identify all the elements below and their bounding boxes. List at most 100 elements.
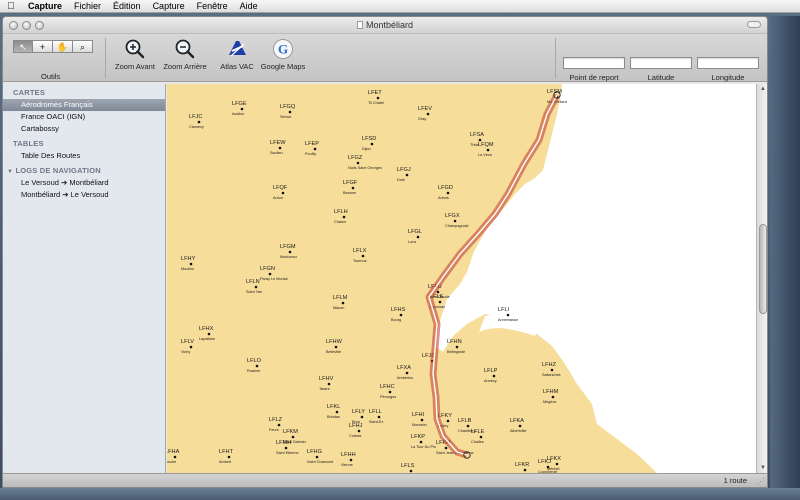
airport-dot: [466, 424, 470, 428]
airport-name: Sallanches: [542, 373, 561, 377]
airport-code: LFSD: [362, 136, 376, 142]
reporting-point-field[interactable]: [563, 57, 625, 69]
airport-name: Bellegarde: [447, 350, 465, 354]
zoom-window-button[interactable]: [35, 21, 44, 30]
title-bar: Montbéliard: [3, 17, 767, 34]
airport-dot: [523, 468, 527, 472]
airport-code: LFJC: [189, 114, 202, 120]
airport-dot: [189, 262, 193, 266]
airport-code: LFLN: [246, 279, 260, 285]
sidebar-item-cartabossy[interactable]: Cartabossy: [3, 123, 165, 135]
sidebar-item-table-des-routes[interactable]: Table Des Routes: [3, 150, 165, 162]
close-window-button[interactable]: [9, 21, 18, 30]
map-view[interactable]: LFGE Avallon LFGQ Semur LFJC Clamecy LFGJ Dole L…: [167, 84, 756, 473]
airport-dot: [288, 250, 292, 254]
airport-name: Montceau: [280, 255, 297, 259]
toolbar-toggle-button[interactable]: [747, 21, 761, 28]
airport-dot: [360, 415, 364, 419]
airport-dot: [405, 371, 409, 375]
airport-dot: [278, 146, 282, 150]
airport-dot: [173, 455, 177, 459]
menu-fichier[interactable]: Fichier: [68, 1, 107, 11]
airport-name: Belleville: [326, 350, 341, 354]
disclosure-triangle-icon[interactable]: ▼: [7, 169, 13, 175]
source-list-sidebar: CARTES Aérodromes Français France OACI (…: [3, 84, 166, 473]
arrow-pointer-icon[interactable]: ↖: [13, 40, 33, 53]
airport-code: LFSA: [470, 132, 484, 138]
tools-segmented-control: ↖ + ✋ ⌕: [13, 40, 93, 53]
menu-fenetre[interactable]: Fenêtre: [191, 1, 234, 11]
airport-name: Gray: [418, 117, 426, 121]
airport-code: LFKA: [510, 418, 524, 424]
airport-name: Ambérieu: [397, 376, 413, 380]
section-header-logs[interactable]: ▼ LOGS DE NAVIGATION: [3, 165, 165, 177]
sidebar-item-aerodromes[interactable]: Aérodromes Français: [3, 99, 165, 111]
airport-name: Tournus: [353, 259, 367, 263]
airport-dot: [555, 462, 559, 466]
airport-dot: [227, 455, 231, 459]
airport-name: Roanne: [247, 369, 260, 373]
airport-code: LFHN: [447, 339, 462, 345]
menu-aide[interactable]: Aide: [234, 1, 264, 11]
airport-name: Saint Chamond: [307, 460, 333, 464]
airport-code: LFGE: [232, 101, 247, 107]
route-count: 1 route: [723, 476, 747, 485]
airport-name: Dole: [397, 178, 405, 182]
airport-code: LFHZ: [542, 362, 557, 368]
resize-grip-icon[interactable]: ⋰: [757, 477, 765, 486]
airport-dot: [335, 410, 339, 414]
airport-name: Challes: [471, 440, 484, 444]
latitude-field[interactable]: [630, 57, 692, 69]
airport-name: Méribel: [547, 467, 560, 471]
airport-dot: [288, 110, 292, 114]
airport-code: LFQF: [273, 185, 288, 191]
google-maps-button[interactable]: G Google Maps: [259, 38, 307, 71]
apple-icon[interactable]: : [0, 1, 22, 12]
airport-code: LFHW: [326, 339, 343, 345]
airport-name: Bourg: [391, 318, 401, 322]
airport-code: LFLX: [353, 248, 367, 254]
menu-app-capture[interactable]: Capture: [22, 1, 68, 11]
airport-code: LFGL: [408, 229, 422, 235]
scroll-down-icon[interactable]: ▼: [760, 465, 766, 471]
zoom-in-button[interactable]: Zoom Avant: [113, 38, 157, 71]
airport-dot: [376, 96, 380, 100]
airport-code: LFEP: [305, 141, 319, 147]
airport-dot: [189, 345, 193, 349]
map-canvas[interactable]: LFGE Avallon LFGQ Semur LFJC Clamecy LFGJ Dole L…: [167, 84, 756, 473]
airport-dot: [197, 120, 201, 124]
airport-code: LFXA: [397, 365, 411, 371]
vertical-scrollbar[interactable]: ▲ ▼: [756, 84, 767, 473]
scroll-up-icon[interactable]: ▲: [760, 86, 766, 92]
menu-bar:  Capture Fichier Édition Capture Fenêtr…: [0, 0, 800, 13]
zoom-out-button[interactable]: Zoom Arrière: [161, 38, 209, 71]
airport-code: LFLV: [181, 339, 194, 345]
airport-dot: [284, 446, 288, 450]
airport-dot: [506, 313, 510, 317]
longitude-label: Longitude: [711, 73, 745, 82]
airport-name: Mâcon: [333, 306, 344, 310]
airport-code: LFMH: [276, 440, 291, 446]
airport-dot: [334, 345, 338, 349]
hand-icon[interactable]: ✋: [53, 40, 73, 53]
sidebar-item-log-montbeliard-versoud[interactable]: Montbéliard ➔ Le Versoud: [3, 189, 165, 201]
menu-capture[interactable]: Capture: [147, 1, 191, 11]
minimize-window-button[interactable]: [22, 21, 31, 30]
airport-dot: [255, 364, 259, 368]
airport-name: Lons: [408, 240, 416, 244]
vertical-scroll-thumb[interactable]: [759, 224, 767, 314]
sidebar-item-france-oaci[interactable]: France OACI (IGN): [3, 111, 165, 123]
airport-dot: [492, 374, 496, 378]
longitude-field[interactable]: [697, 57, 759, 69]
airport-name: Corbas: [349, 434, 361, 438]
magnifier-icon[interactable]: ⌕: [73, 40, 93, 53]
atlas-vac-button[interactable]: Atlas VAC: [217, 38, 257, 71]
crosshair-icon[interactable]: +: [33, 40, 53, 53]
airport-code: LFGJ: [397, 167, 411, 173]
airport-name: Annecy: [484, 379, 497, 383]
menu-edition[interactable]: Édition: [107, 1, 147, 11]
sidebar-item-log-versoud-montbeliard[interactable]: Le Versoud ➔ Montbéliard: [3, 177, 165, 189]
airport-code: LFLO: [247, 358, 262, 364]
zoom-out-label: Zoom Arrière: [163, 62, 207, 71]
airport-dot: [479, 435, 483, 439]
